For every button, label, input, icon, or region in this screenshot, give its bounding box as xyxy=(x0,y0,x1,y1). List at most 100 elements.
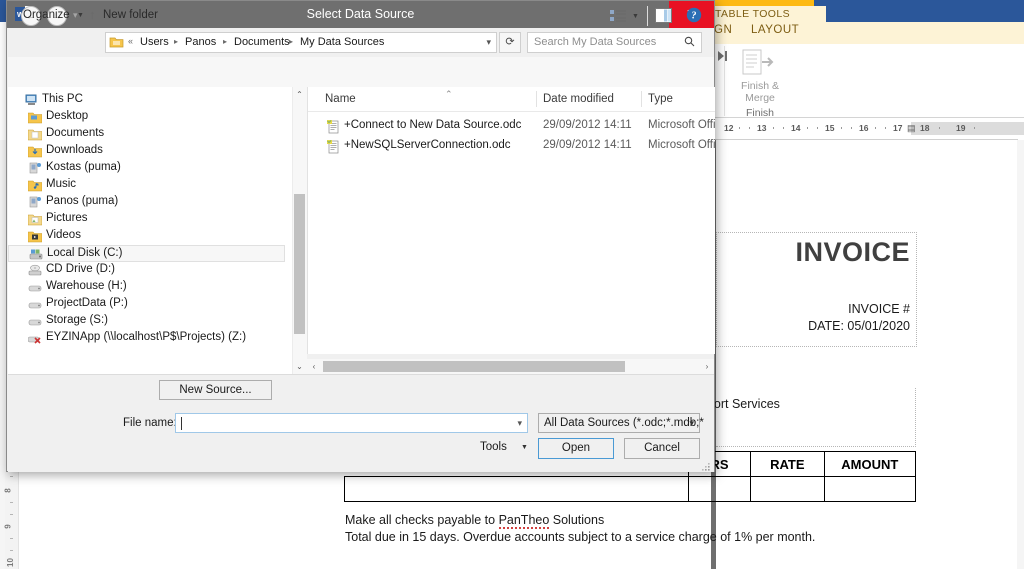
sidebar-item-label: Pictures xyxy=(46,212,88,224)
invoice-footer-line-2: Total due in 15 days. Overdue accounts s… xyxy=(345,530,816,544)
network-drive-icon xyxy=(28,315,42,328)
cancel-button[interactable]: Cancel xyxy=(624,438,700,459)
chevron-down-icon[interactable]: ▾ xyxy=(689,418,694,429)
tree-vertical-scrollbar[interactable]: ⌃ ⌄ xyxy=(292,87,307,374)
vruler-tick xyxy=(10,502,13,503)
search-input[interactable]: Search My Data Sources xyxy=(527,32,702,53)
up-one-level-icon[interactable]: ↑ xyxy=(89,7,96,22)
table-row[interactable]: +NewSQLServerConnection.odc 29/09/2012 1… xyxy=(308,137,716,157)
breadcrumb-separator[interactable]: ▸ xyxy=(223,37,227,46)
breadcrumb-separator[interactable]: ▸ xyxy=(174,37,178,46)
file-list-horizontal-scrollbar[interactable]: ‹ › xyxy=(307,359,714,374)
scroll-up-icon[interactable]: ⌃ xyxy=(293,87,306,102)
sidebar-item-downloads[interactable]: Downloads xyxy=(8,143,285,160)
text-caret xyxy=(181,417,182,430)
column-header-rule xyxy=(308,111,715,112)
column-header-date-modified[interactable]: Date modified xyxy=(543,87,614,111)
vruler-tick xyxy=(10,538,13,539)
sidebar-item-this-pc[interactable]: This PC xyxy=(8,92,285,109)
new-source-button[interactable]: New Source... xyxy=(159,380,272,400)
chevron-down-icon[interactable]: ▾ xyxy=(486,37,491,48)
open-button[interactable]: Open xyxy=(538,438,614,459)
chevron-down-icon[interactable]: ▼ xyxy=(521,444,528,451)
last-record-icon[interactable] xyxy=(714,48,732,66)
invoice-cell-amount[interactable] xyxy=(823,476,917,502)
file-type-select[interactable]: All Data Sources (*.odc;*.mdb;* ▾ xyxy=(538,413,704,433)
tab-stop-marker[interactable]: ▤ xyxy=(907,123,916,134)
scrollbar-thumb[interactable] xyxy=(323,361,625,372)
tab-layout[interactable]: LAYOUT xyxy=(751,24,799,36)
downloads-folder-icon xyxy=(27,145,43,158)
invoice-col-amount: AMOUNT xyxy=(823,451,917,477)
breadcrumb-documents[interactable]: Documents xyxy=(234,36,290,48)
sidebar-item-documents[interactable]: Documents xyxy=(8,126,285,143)
invoice-cell-rate[interactable] xyxy=(750,476,825,502)
ruler-tick-14: 14 xyxy=(791,123,801,133)
sidebar-item-label: Local Disk (C:) xyxy=(47,247,123,259)
footer-suffix: Solutions xyxy=(549,513,605,527)
breadcrumb-overflow[interactable]: « xyxy=(128,36,133,46)
footer-company-name: PanTheo xyxy=(498,513,550,529)
sidebar-item-desktop[interactable]: Desktop xyxy=(8,109,285,126)
network-drive-icon xyxy=(28,298,42,311)
vertical-ruler[interactable]: 8 9 10 xyxy=(4,470,19,569)
column-divider[interactable] xyxy=(536,91,537,107)
preview-pane-icon[interactable] xyxy=(655,8,672,23)
sidebar-item-pictures[interactable]: Pictures xyxy=(8,211,285,228)
sidebar-item-label: Desktop xyxy=(46,110,89,122)
sidebar-item-local-disk-c[interactable]: Local Disk (C:) xyxy=(8,245,285,262)
sidebar-item-storage-s[interactable]: Storage (S:) xyxy=(8,313,285,330)
footer-prefix: Make all checks payable to xyxy=(345,513,499,527)
page-right-margin xyxy=(1017,140,1024,569)
navigation-tree-pane: This PC Desktop Documents Downloads Kost… xyxy=(8,87,300,374)
address-bar[interactable]: « Users ▸ Panos ▸ Documents ▸ My Data So… xyxy=(105,32,497,53)
sidebar-item-panos-puma[interactable]: Panos (puma) xyxy=(8,194,285,211)
select-data-source-dialog: W Select Data Source ✕ ← → ▾ ↑ « Users ▸… xyxy=(6,0,716,472)
tools-button[interactable]: Tools xyxy=(480,441,507,453)
sidebar-item-music[interactable]: Music xyxy=(8,177,285,194)
organize-button[interactable]: Organize xyxy=(23,9,70,21)
invoice-cell-hours[interactable] xyxy=(688,476,752,502)
help-icon[interactable]: ? xyxy=(686,7,702,23)
table-row[interactable]: +Connect to New Data Source.odc 29/09/20… xyxy=(308,117,716,137)
breadcrumb-my-data-sources[interactable]: My Data Sources xyxy=(300,36,384,48)
column-divider[interactable] xyxy=(641,91,642,107)
ruler-dot xyxy=(974,127,975,129)
breadcrumb-users[interactable]: Users xyxy=(140,36,169,48)
column-header-name[interactable]: Name ⌃ xyxy=(325,87,453,111)
tab-design[interactable]: GN xyxy=(714,24,732,36)
sidebar-item-projectdata-p[interactable]: ProjectData (P:) xyxy=(8,296,285,313)
breadcrumb-panos[interactable]: Panos xyxy=(185,36,216,48)
file-name-label: File name: xyxy=(123,417,177,429)
scroll-left-icon[interactable]: ‹ xyxy=(307,359,321,374)
sidebar-item-videos[interactable]: Videos xyxy=(8,228,285,245)
column-header-type[interactable]: Type xyxy=(648,87,673,111)
file-type-cell: Microsoft Offi xyxy=(648,119,716,131)
scroll-right-icon[interactable]: › xyxy=(700,359,714,374)
videos-folder-icon xyxy=(27,230,43,243)
sidebar-item-eyzinapp-z[interactable]: EYZINApp (\\localhost\P$\Projects) (Z:) xyxy=(8,330,285,347)
dialog-toolbar xyxy=(8,57,714,88)
chevron-down-icon[interactable]: ▼ xyxy=(77,12,84,19)
horizontal-ruler[interactable]: 12 13 14 15 16 17 ▤ 18 19 xyxy=(711,120,1024,138)
breadcrumb-separator[interactable]: ▸ xyxy=(289,37,293,46)
view-options-icon[interactable] xyxy=(610,9,626,23)
search-icon[interactable] xyxy=(684,36,695,50)
new-folder-button[interactable]: New folder xyxy=(103,9,158,21)
resize-grip-icon[interactable] xyxy=(701,459,711,471)
sidebar-item-cd-drive-d[interactable]: CD Drive (D:) xyxy=(8,262,285,279)
invoice-footer-line-1: Make all checks payable to PanTheo Solut… xyxy=(345,513,605,529)
file-name-input[interactable]: ▾ xyxy=(175,413,528,433)
chevron-down-icon[interactable]: ▾ xyxy=(517,418,522,429)
ruler-dot xyxy=(783,127,784,129)
scrollbar-thumb[interactable] xyxy=(294,194,305,334)
invoice-cell-desc[interactable] xyxy=(343,476,690,502)
ruler-dot xyxy=(817,127,818,129)
ruler-dot xyxy=(739,127,740,129)
sidebar-item-warehouse-h[interactable]: Warehouse (H:) xyxy=(8,279,285,296)
chevron-down-icon[interactable]: ▼ xyxy=(632,13,639,20)
refresh-icon[interactable]: ⟳ xyxy=(499,32,521,53)
sidebar-item-kostas-puma[interactable]: Kostas (puma) xyxy=(8,160,285,177)
finish-and-merge-icon[interactable] xyxy=(741,48,777,78)
scroll-down-icon[interactable]: ⌄ xyxy=(293,359,306,374)
